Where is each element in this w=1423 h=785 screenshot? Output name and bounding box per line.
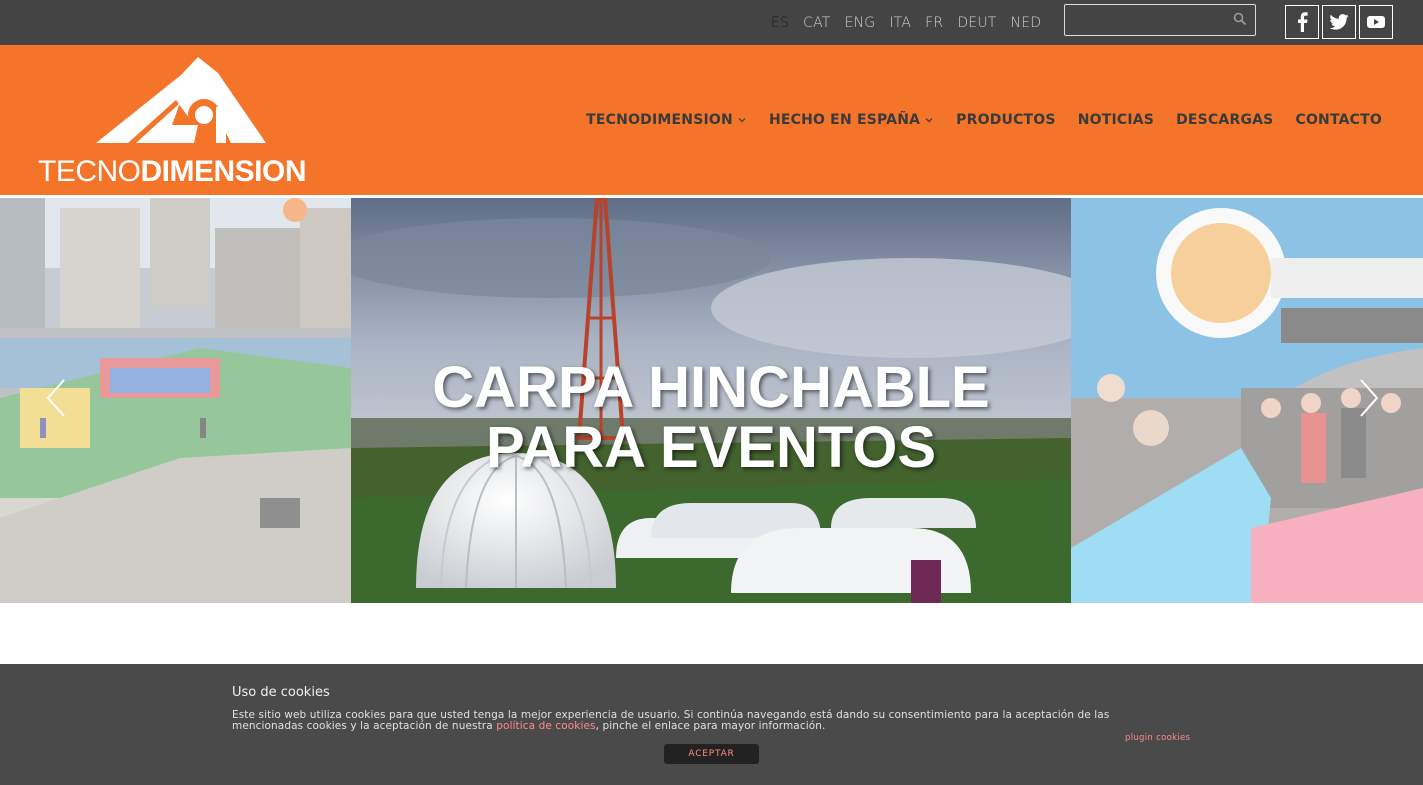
hero-slider: CARPA HINCHABLE PARA EVENTOS <box>0 195 1423 603</box>
twitter-button[interactable] <box>1322 5 1356 39</box>
lang-deut[interactable]: DEUT <box>957 15 996 31</box>
lang-es[interactable]: ES <box>771 15 789 31</box>
cookie-title: Uso de cookies <box>232 685 330 700</box>
facebook-icon <box>1298 12 1308 32</box>
lang-ned[interactable]: NED <box>1011 15 1042 31</box>
chevron-right-icon[interactable] <box>1357 378 1381 418</box>
chevron-down-icon <box>925 118 933 123</box>
slide-image-inflatables[interactable] <box>0 198 351 603</box>
search-input[interactable] <box>1064 4 1256 36</box>
nav-item-hecho-en-espana[interactable]: HECHO EN ESPAÑA <box>769 112 934 128</box>
lang-ita[interactable]: ITA <box>889 15 911 31</box>
cookie-policy-link[interactable]: política de cookies <box>496 720 595 732</box>
slide-main[interactable]: CARPA HINCHABLE PARA EVENTOS <box>351 198 1071 603</box>
nav-item-descargas[interactable]: DESCARGAS <box>1176 112 1273 128</box>
facebook-button[interactable] <box>1285 5 1319 39</box>
search-icon[interactable] <box>1233 12 1247 26</box>
plugin-cookies-link[interactable]: plugin cookies <box>1125 733 1190 743</box>
slide-title: CARPA HINCHABLE PARA EVENTOS <box>432 355 990 480</box>
lang-cat[interactable]: CAT <box>803 15 830 31</box>
nav-item-noticias[interactable]: NOTICIAS <box>1078 112 1154 128</box>
site-header: TECNODIMENSION TECNODIMENSION HECHO EN E… <box>0 45 1423 195</box>
content-area <box>0 603 1423 665</box>
accept-button[interactable]: ACEPTAR <box>664 744 759 764</box>
lang-eng[interactable]: ENG <box>845 15 876 31</box>
main-nav: TECNODIMENSION HECHO EN ESPAÑA PRODUCTOS… <box>564 45 1382 195</box>
top-bar: ES CAT ENG ITA FR DEUT NED <box>0 0 1423 45</box>
chevron-down-icon <box>738 118 746 123</box>
chevron-left-icon[interactable] <box>44 378 68 418</box>
language-switcher: ES CAT ENG ITA FR DEUT NED <box>764 0 1048 45</box>
lang-fr[interactable]: FR <box>925 15 943 31</box>
cookie-banner: Uso de cookies Este sitio web utiliza co… <box>0 664 1423 785</box>
logo-text: TECNODIMENSION <box>38 155 307 188</box>
logo-mark-icon <box>96 57 266 143</box>
logo[interactable]: TECNODIMENSION <box>36 55 307 190</box>
nav-item-tecnodimension[interactable]: TECNODIMENSION <box>586 112 747 128</box>
twitter-icon <box>1329 14 1349 30</box>
youtube-icon <box>1367 16 1385 28</box>
youtube-button[interactable] <box>1359 5 1393 39</box>
nav-item-contacto[interactable]: CONTACTO <box>1295 112 1382 128</box>
cookie-text: Este sitio web utiliza cookies para que … <box>232 709 1110 732</box>
nav-item-productos[interactable]: PRODUCTOS <box>956 112 1056 128</box>
slide-image-running[interactable] <box>1071 198 1423 603</box>
